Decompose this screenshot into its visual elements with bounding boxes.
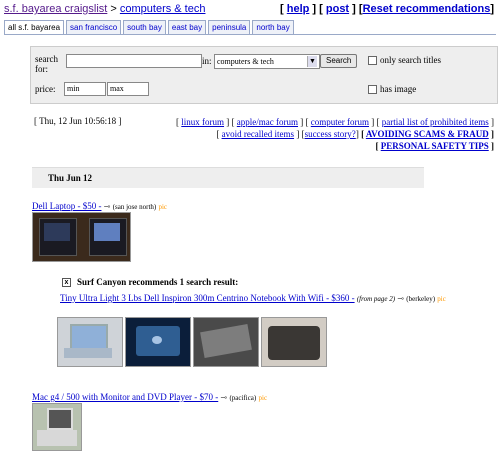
category-select[interactable]: computers & tech ▼	[214, 54, 320, 69]
top-links: [ help ] [ post ] [Reset recommendations…	[280, 3, 494, 15]
search-panel: search for: in: computers & tech ▼ Searc…	[30, 46, 498, 104]
price-max-input[interactable]: max	[107, 82, 149, 96]
listing-location: (pacifica)	[229, 394, 257, 402]
laptop-photo-right	[89, 218, 127, 256]
help-link[interactable]: help	[287, 3, 310, 15]
recommended-listing: Tiny Ultra Light 3 Lbs Dell Inspiron 300…	[60, 293, 446, 303]
breadcrumb-category-link[interactable]: computers & tech	[120, 3, 206, 15]
laptop-photo-left	[39, 218, 77, 256]
listing-item: Dell Laptop - $50 - ⊸ (san jose north) p…	[32, 201, 167, 211]
only-titles-checkbox[interactable]	[368, 56, 377, 65]
pic-label: pic	[158, 203, 168, 211]
listing-title-link[interactable]: Dell Laptop - $50 -	[32, 201, 101, 211]
computer-forum-link[interactable]: computer forum	[311, 117, 369, 127]
category-select-value: computers & tech	[217, 57, 274, 66]
linux-forum-link[interactable]: linux forum	[181, 117, 224, 127]
map-arrow-icon[interactable]: ⊸	[220, 393, 227, 402]
reset-recommendations-link[interactable]: Reset recommendations	[363, 3, 491, 15]
breadcrumb-separator: >	[107, 3, 120, 15]
only-titles-label: only search titles	[380, 55, 441, 65]
date-stamp: [ Thu, 12 Jun 10:56:18 ]	[34, 116, 122, 126]
day-header: Thu Jun 12	[32, 167, 424, 188]
listing-title-link[interactable]: Mac g4 / 500 with Monitor and DVD Player…	[32, 392, 218, 402]
has-image-label: has image	[380, 84, 417, 94]
has-image-checkbox[interactable]	[368, 85, 377, 94]
info-links: [ linux forum ] [ apple/mac forum ] [ co…	[176, 117, 494, 151]
recalled-items-link[interactable]: avoid recalled items	[222, 129, 294, 139]
search-label: search for:	[35, 54, 58, 74]
listing-thumbnail[interactable]	[32, 212, 131, 262]
apple-forum-link[interactable]: apple/mac forum	[237, 117, 298, 127]
listing-thumbnail[interactable]	[32, 403, 82, 451]
success-story-link[interactable]: success story?	[305, 129, 356, 139]
personal-safety-link[interactable]: PERSONAL SAFETY TIPS	[381, 141, 489, 151]
category-in-label: in:	[202, 56, 212, 66]
listing-item: Mac g4 / 500 with Monitor and DVD Player…	[32, 392, 267, 402]
recommended-photo-3[interactable]	[193, 317, 259, 367]
breadcrumb: s.f. bayarea craigslist > computers & te…	[4, 3, 205, 15]
pic-label: pic	[258, 394, 268, 402]
day-header-text: Thu Jun 12	[48, 173, 93, 183]
avoiding-scams-link[interactable]: AVOIDING SCAMS & FRAUD	[366, 129, 489, 139]
close-x-icon[interactable]: x	[62, 278, 71, 288]
from-page-label: (from page 2)	[356, 295, 396, 303]
tab-north-bay[interactable]: north bay	[252, 20, 294, 35]
tab-south-bay[interactable]: south bay	[123, 20, 166, 35]
tab-san-francisco[interactable]: san francisco	[66, 20, 122, 35]
search-button[interactable]: Search	[320, 54, 358, 68]
listing-location: (san jose north)	[112, 203, 157, 211]
chevron-down-icon: ▼	[307, 56, 317, 67]
map-arrow-icon[interactable]: ⊸	[104, 202, 111, 211]
pic-label: pic	[437, 295, 446, 303]
surf-canyon-heading: x Surf Canyon recommends 1 search result:	[62, 277, 239, 288]
region-tabs: all s.f. bayarea san francisco south bay…	[4, 20, 294, 35]
price-label: price:	[35, 84, 56, 94]
post-link[interactable]: post	[326, 3, 349, 15]
recommended-photo-1[interactable]	[57, 317, 123, 367]
map-arrow-icon[interactable]: ⊸	[397, 294, 404, 303]
search-input[interactable]	[66, 54, 202, 68]
tab-east-bay[interactable]: east bay	[167, 20, 207, 35]
surf-canyon-heading-text: Surf Canyon recommends 1 search result:	[77, 277, 239, 287]
breadcrumb-home-link[interactable]: s.f. bayarea craigslist	[4, 3, 107, 15]
recommended-location: (berkeley)	[406, 295, 436, 303]
recommended-title-link[interactable]: Tiny Ultra Light 3 Lbs Dell Inspiron 300…	[60, 293, 355, 303]
price-min-input[interactable]: min	[64, 82, 106, 96]
recommended-photo-2[interactable]	[125, 317, 191, 367]
recommended-photo-4[interactable]	[261, 317, 327, 367]
prohibited-items-link[interactable]: partial list of prohibited items	[382, 117, 489, 127]
tab-peninsula[interactable]: peninsula	[208, 20, 251, 35]
tab-divider	[4, 34, 496, 35]
tab-all-sf-bayarea[interactable]: all s.f. bayarea	[4, 20, 65, 35]
